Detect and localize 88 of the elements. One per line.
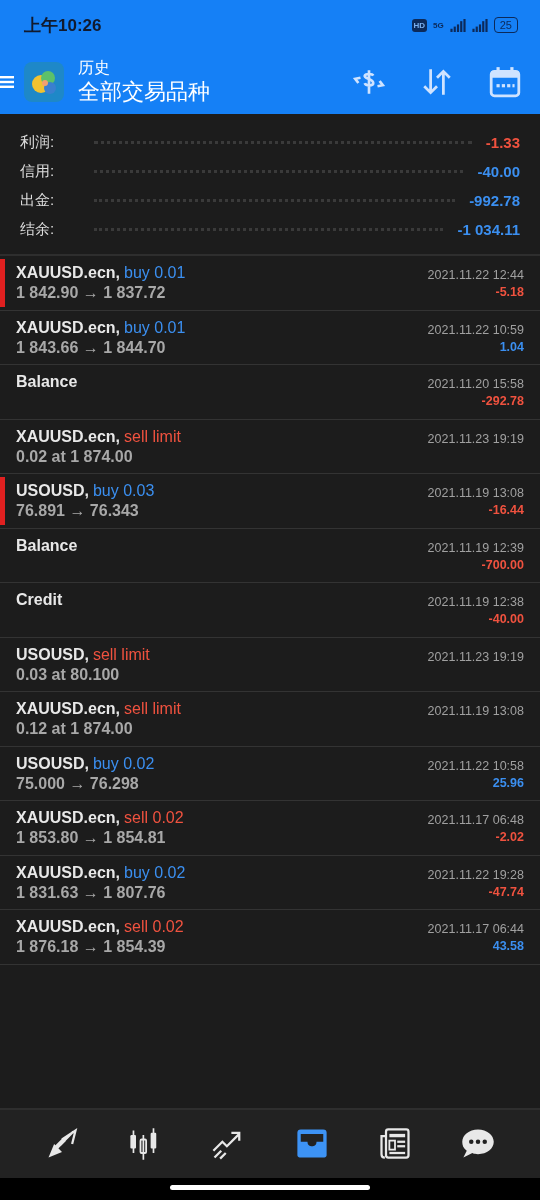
symbol-label: XAUUSD.ecn, — [16, 809, 121, 826]
history-row[interactable]: Credit 2021.11.19 12:38 -40.00 — [0, 583, 540, 638]
price-detail: 1 876.18 → 1 854.39 — [16, 937, 167, 957]
history-row[interactable]: USOUSD, buy 0.02 75.000 → 76.298 2021.11.22 10:58 25.96 — [0, 746, 540, 801]
history-row[interactable]: XAUUSD.ecn, buy 0.01 1 843.66 → 1 844.70 2021.11.22 10:59 1.04 — [0, 310, 540, 365]
order-type: sell limit — [124, 427, 181, 445]
profit-value: 1.04 — [498, 338, 524, 355]
timestamp: 2021.11.19 13:08 — [427, 703, 524, 720]
summary-value: -1.33 — [485, 134, 520, 151]
history-row[interactable]: Balance 2021.11.19 12:39 -700.00 — [0, 528, 540, 583]
price-detail: 1 843.66 → 1 844.70 — [16, 337, 167, 358]
timestamp: 2021.11.23 19:19 — [427, 430, 524, 448]
timestamp: 2021.11.17 06:48 — [427, 812, 524, 829]
order-type: buy 0.03 — [92, 482, 155, 499]
timestamp: 2021.11.23 19:19 — [427, 648, 524, 666]
history-row[interactable]: USOUSD, buy 0.03 76.891 → 76.343 2021.11.19 13:08 -16.44 — [0, 474, 540, 529]
price-detail: 0.12 at 1 874.00 — [16, 719, 134, 739]
summary-label: 结余: — [20, 220, 56, 239]
symbol-label: XAUUSD.ecn, — [16, 264, 121, 281]
price-detail: 76.891 → 76.343 — [16, 501, 140, 521]
hd-badge: HD — [411, 18, 428, 32]
summary-label: 出金: — [20, 191, 56, 210]
profit-value: -2.02 — [494, 829, 524, 845]
status-time: 上午10:26 — [24, 14, 102, 37]
signal-icon — [471, 18, 488, 32]
profit-value: -40.00 — [487, 611, 524, 627]
symbol-label: XAUUSD.ecn, — [16, 700, 121, 717]
timestamp: 2021.11.19 13:08 — [427, 485, 524, 502]
header-title: 历史 — [78, 58, 111, 78]
header-subtitle[interactable]: 全部交易品种 — [78, 78, 352, 106]
app-logo-icon — [24, 62, 64, 102]
symbol-label: XAUUSD.ecn, — [16, 427, 121, 445]
symbol-label: XAUUSD.ecn, — [16, 318, 121, 336]
order-type: sell limit — [124, 700, 181, 717]
calendar-icon[interactable] — [488, 65, 522, 99]
price-detail: 1 853.80 → 1 854.81 — [16, 828, 167, 848]
order-type: buy 0.02 — [124, 863, 186, 881]
profit-value: 25.96 — [491, 774, 524, 791]
timestamp: 2021.11.20 15:58 — [427, 376, 524, 393]
symbol-label: USOUSD, — [16, 482, 89, 499]
symbol-label: USOUSD, — [16, 754, 89, 772]
history-row[interactable]: XAUUSD.ecn, sell 0.02 1 853.80 → 1 854.81 2021.11.17 06:48 -2.02 — [0, 801, 540, 856]
profit-value: -292.78 — [480, 393, 524, 409]
symbol-label: Balance — [16, 373, 78, 390]
summary-value: -1 034.11 — [457, 221, 520, 238]
summary-label: 信用: — [20, 162, 56, 181]
symbol-label: Credit — [16, 591, 63, 608]
symbol-label: XAUUSD.ecn, — [16, 918, 121, 935]
profit-value: -47.74 — [487, 883, 524, 900]
timestamp: 2021.11.19 12:38 — [427, 594, 524, 611]
order-type: sell limit — [92, 645, 150, 663]
timestamp: 2021.11.22 12:44 — [427, 267, 524, 284]
history-row[interactable]: USOUSD, sell limit 0.03 at 80.100 2021.11.23 19:19 — [0, 637, 540, 692]
history-row[interactable]: XAUUSD.ecn, sell 0.02 1 876.18 → 1 854.39 2021.11.17 06:44 43.58 — [0, 910, 540, 965]
order-type: buy 0.01 — [124, 318, 186, 336]
price-detail: 75.000 → 76.298 — [16, 773, 140, 794]
timestamp: 2021.11.19 12:39 — [427, 539, 524, 557]
price-detail: 0.03 at 80.100 — [16, 664, 121, 685]
timestamp: 2021.11.22 19:28 — [427, 866, 524, 884]
order-type: sell 0.02 — [124, 918, 184, 935]
order-type: sell 0.02 — [124, 809, 184, 826]
order-type: buy 0.01 — [124, 264, 186, 281]
profit-value: 43.58 — [491, 938, 524, 954]
summary-label: 利润: — [20, 133, 56, 152]
timestamp: 2021.11.22 10:58 — [427, 757, 524, 775]
history-row[interactable]: Balance 2021.11.20 15:58 -292.78 — [0, 365, 540, 420]
timestamp: 2021.11.17 06:44 — [427, 921, 524, 938]
battery-icon: 25 — [493, 17, 518, 33]
history-row[interactable]: XAUUSD.ecn, sell limit 0.02 at 1 874.00 2021.11.23 19:19 — [0, 419, 540, 474]
order-type: buy 0.02 — [92, 754, 155, 772]
network-label: 5G — [433, 20, 444, 30]
price-detail: 1 831.63 → 1 807.76 — [16, 882, 167, 903]
profit-value: -5.18 — [494, 284, 524, 300]
price-detail: 1 842.90 → 1 837.72 — [16, 283, 167, 303]
symbol-label: Balance — [16, 536, 78, 554]
price-detail: 0.02 at 1 874.00 — [16, 446, 134, 467]
summary-value: -992.78 — [469, 192, 520, 209]
summary-value: -40.00 — [477, 163, 520, 180]
history-row[interactable]: XAUUSD.ecn, buy 0.02 1 831.63 → 1 807.76 2021.11.22 19:28 -47.74 — [0, 855, 540, 910]
symbol-label: XAUUSD.ecn, — [16, 863, 121, 881]
profit-value: -16.44 — [487, 502, 524, 518]
profit-value: -700.00 — [480, 556, 524, 573]
timestamp: 2021.11.22 10:59 — [427, 321, 524, 339]
history-row[interactable]: XAUUSD.ecn, sell limit 0.12 at 1 874.00 2021.11.19 13:08 — [0, 692, 540, 747]
symbol-label: USOUSD, — [16, 645, 89, 663]
history-row[interactable]: XAUUSD.ecn, buy 0.01 1 842.90 → 1 837.72 2021.11.22 12:44 -5.18 — [0, 256, 540, 311]
signal-icon — [449, 18, 466, 32]
menu-icon[interactable] — [0, 75, 14, 89]
